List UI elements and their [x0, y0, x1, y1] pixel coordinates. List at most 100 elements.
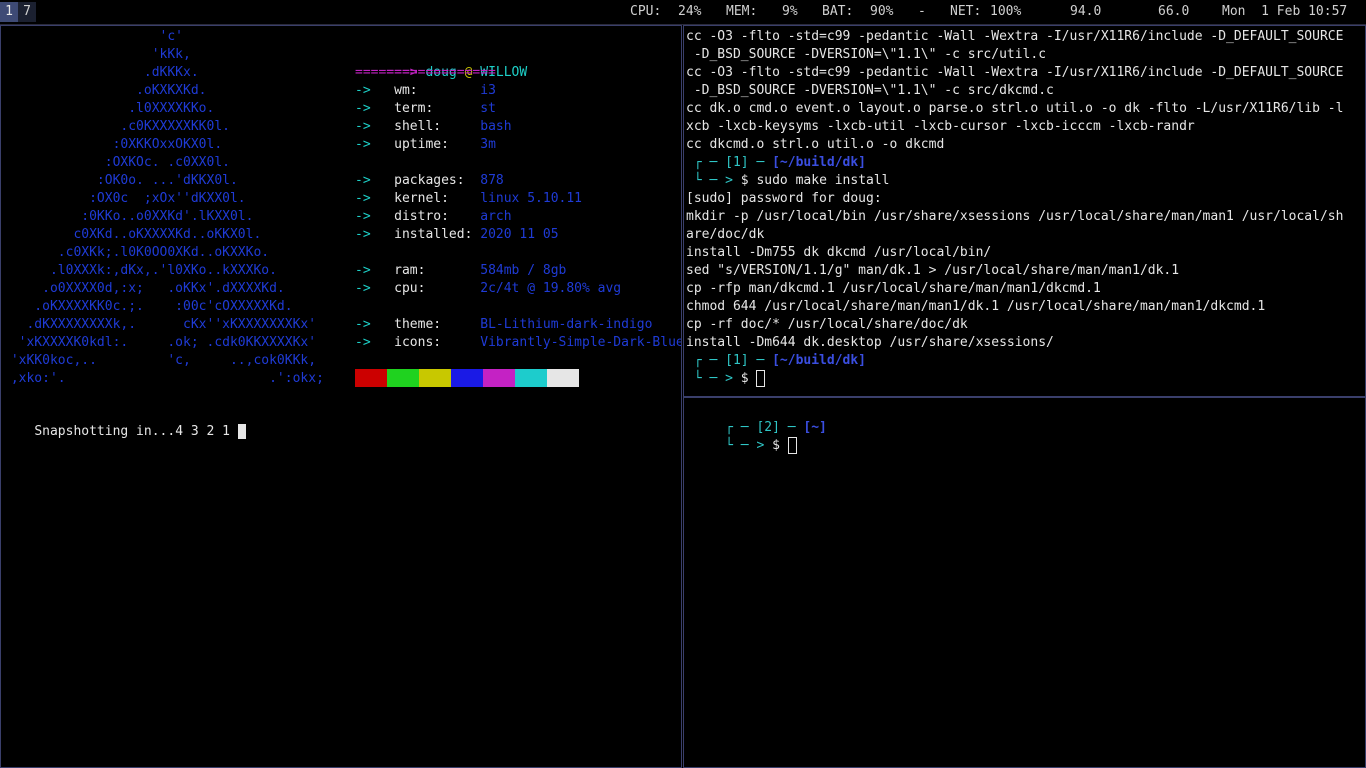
- prompt-arrow: └ ─ >: [717, 438, 773, 453]
- info-key: installed:: [394, 227, 473, 242]
- logo-line: ,xko:'. .':okx;: [3, 371, 324, 386]
- logo-line: .dKXXXXXXXXk,. cKx''xKXXXXXXXKx': [3, 317, 317, 332]
- status-bar: 1 7 CPU: 24% MEM: 9% BAT: 90% - NET: 100…: [0, 0, 1366, 25]
- cpu-label: CPU:: [630, 4, 662, 19]
- terminal-right-bottom[interactable]: ┌ ─ [2] ─ [~] └ ─ > $: [683, 397, 1366, 768]
- info-key: theme:: [394, 317, 442, 332]
- cursor: [237, 424, 246, 439]
- output-line: chmod 644 /usr/local/share/man/man1/dk.1…: [686, 299, 1266, 314]
- color-swatch: [355, 369, 387, 387]
- user-host-line: ===> doug @ WILLOW: [355, 46, 527, 80]
- prompt-arrow: └ ─ >: [686, 371, 741, 386]
- info-arrow: ->: [355, 173, 371, 188]
- prompt-bottom[interactable]: └ ─ > $: [686, 419, 797, 454]
- info-key: wm:: [394, 83, 418, 98]
- logo-line: 'xKK0koc,.. 'c, ..,cok0KKk,: [3, 353, 317, 368]
- prompt-command: $: [772, 438, 788, 453]
- info-key: ram:: [394, 263, 426, 278]
- output-line: are/doc/dk: [686, 227, 765, 242]
- prompt-top: ┌ ─ [1] ─ [~/build/dk]: [686, 352, 866, 370]
- output-line: -D_BSD_SOURCE -DVERSION=\"1.1\" -c src/u…: [686, 47, 1047, 62]
- color-swatch: [515, 369, 547, 387]
- mem-value: 9%: [782, 4, 798, 19]
- separator: -: [918, 4, 926, 19]
- output-line: install -Dm755 dk dkcmd /usr/local/bin/: [686, 245, 992, 260]
- info-row: -> distro: arch: [355, 208, 512, 226]
- logo-line: 'c': [3, 29, 184, 44]
- snapshot-text: Snapshotting in...4 3 2 1: [34, 424, 238, 439]
- logo-line: :0KKo..o0XXKd'.lKXX0l.: [3, 209, 254, 224]
- terminal-right-top[interactable]: cc -O3 -flto -std=c99 -pedantic -Wall -W…: [683, 25, 1366, 397]
- logo-line: 'kKk,: [3, 47, 191, 62]
- output-line: cp -rf doc/* /usr/local/share/doc/dk: [686, 317, 968, 332]
- info-key: distro:: [394, 209, 449, 224]
- info-key: term:: [394, 101, 434, 116]
- bat-value: 90%: [870, 4, 894, 19]
- output-line: sed "s/VERSION/1.1/g" man/dk.1 > /usr/lo…: [686, 263, 1180, 278]
- logo-line: 'xKXXXXK0kdl:. .ok; .cdk0KKXXXXKx': [3, 335, 317, 350]
- prompt-top: ┌ ─ [2] ─ [~]: [686, 401, 827, 435]
- cpu-value: 24%: [678, 4, 702, 19]
- info-value: 584mb / 8gb: [480, 263, 567, 278]
- terminal-left[interactable]: 'c' 'kKk, .dKKKx. .oKXKXKd. .l0XXXXKKo. …: [0, 25, 682, 768]
- color-swatch: [419, 369, 451, 387]
- output-line: cp -rfp man/dkcmd.1 /usr/local/share/man…: [686, 281, 1101, 296]
- workspace-1[interactable]: 1: [0, 2, 18, 22]
- info-row: -> uptime: 3m: [355, 136, 496, 154]
- info-row: -> kernel: linux 5.10.11: [355, 190, 582, 208]
- info-arrow: ->: [355, 83, 371, 98]
- info-arrow: ->: [355, 119, 371, 134]
- color-swatches: [355, 369, 579, 387]
- workspace-7[interactable]: 7: [18, 2, 36, 22]
- logo-line: .c0XKk;.l0K0OO0XKd..oKXXKo.: [3, 245, 270, 260]
- info-value: Vibrantly-Simple-Dark-Blue: [480, 335, 682, 350]
- net-value: 100%: [990, 4, 1022, 19]
- prompt-bottom: └ ─ > $ sudo make install: [686, 172, 890, 190]
- info-value: 878: [480, 173, 504, 188]
- info-row: -> packages: 878: [355, 172, 504, 190]
- output-line: cc dkcmd.o strl.o util.o -o dkcmd: [686, 137, 945, 152]
- color-swatch: [547, 369, 579, 387]
- color-swatch: [451, 369, 483, 387]
- info-key: uptime:: [394, 137, 449, 152]
- info-arrow: ->: [355, 137, 371, 152]
- cursor: [756, 370, 766, 387]
- net-label: NET:: [950, 4, 982, 19]
- info-value: 2020 11 05: [480, 227, 559, 242]
- info-row: -> icons: Vibrantly-Simple-Dark-Blue: [355, 334, 682, 352]
- color-swatch: [387, 369, 419, 387]
- info-key: kernel:: [394, 191, 449, 206]
- mem-label: MEM:: [726, 4, 758, 19]
- info-value: bash: [480, 119, 512, 134]
- prompt-frame: ┌ ─ [1] ─: [686, 155, 773, 170]
- prompt-path: [~/build/dk]: [772, 155, 867, 170]
- logo-line: .dKKKx.: [3, 65, 199, 80]
- info-arrow: ->: [355, 281, 371, 296]
- logo-line: :OX0c ;xOx''dKXX0l.: [3, 191, 246, 206]
- logo-line: .l0XXXXKKo.: [3, 101, 215, 116]
- info-row: -> installed: 2020 11 05: [355, 226, 559, 244]
- prompt-arrow: └ ─ >: [686, 173, 741, 188]
- temp-1: 94.0: [1070, 4, 1102, 19]
- prompt-frame: ┌ ─ [1] ─: [686, 353, 773, 368]
- logo-line: c0XKd..oKXXXXKd..oKKX0l.: [3, 227, 262, 242]
- prompt-command: $ sudo make install: [740, 173, 890, 188]
- info-value: i3: [480, 83, 496, 98]
- clock: Mon 1 Feb 10:57: [1222, 4, 1348, 19]
- info-arrow: ->: [355, 317, 371, 332]
- info-arrow: ->: [355, 335, 371, 350]
- logo-line: :OK0o. ...'dKKX0l.: [3, 173, 238, 188]
- info-row: -> theme: BL-Lithium-dark-indigo: [355, 316, 652, 334]
- info-row: -> term: st: [355, 100, 496, 118]
- info-row: -> shell: bash: [355, 118, 512, 136]
- info-value: linux 5.10.11: [480, 191, 582, 206]
- info-row: -> wm: i3: [355, 82, 496, 100]
- info-arrow: ->: [355, 101, 371, 116]
- prompt-top: ┌ ─ [1] ─ [~/build/dk]: [686, 154, 866, 172]
- bat-label: BAT:: [822, 4, 854, 19]
- logo-line: :OXKOc. .c0XX0l.: [3, 155, 230, 170]
- output-line: xcb -lxcb-keysyms -lxcb-util -lxcb-curso…: [686, 119, 1195, 134]
- output-line: cc -O3 -flto -std=c99 -pedantic -Wall -W…: [686, 29, 1344, 44]
- prompt-bottom[interactable]: └ ─ > $: [686, 370, 766, 388]
- prompt-path: [~/build/dk]: [772, 353, 867, 368]
